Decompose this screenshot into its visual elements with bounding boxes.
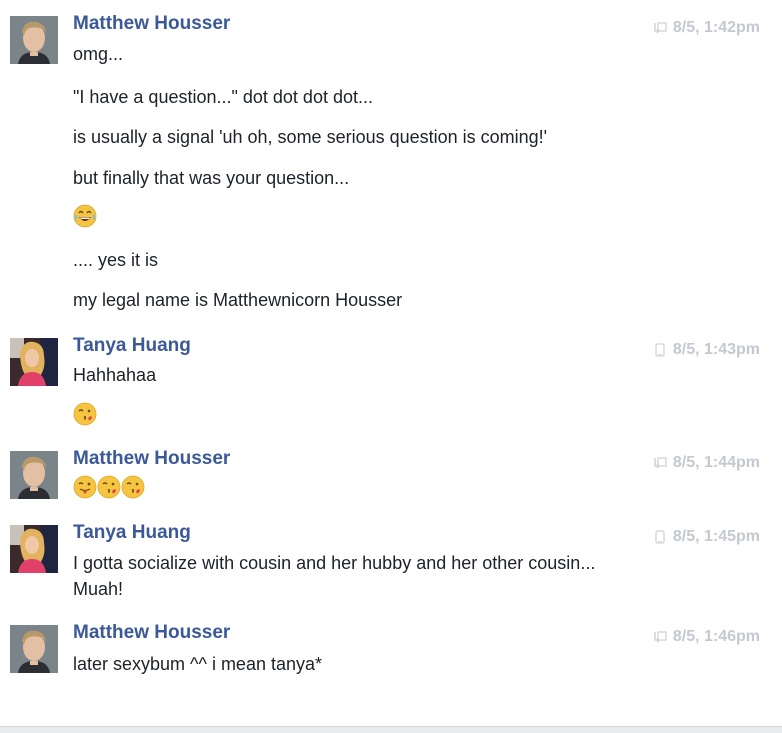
kiss-emoji-icon bbox=[97, 475, 121, 504]
laughing-emoji-icon bbox=[73, 204, 97, 233]
message-meta: 8/5, 1:45pm bbox=[653, 528, 760, 546]
message-author[interactable]: Matthew Housser bbox=[73, 13, 230, 35]
reply-icon bbox=[653, 21, 667, 35]
tongue-wink-emoji-icon bbox=[73, 475, 97, 504]
message-text: I gotta socialize with cousin and her hu… bbox=[73, 553, 596, 573]
message-group: Matthew Housser 8/5, 1:42pm omg... "I ha… bbox=[0, 0, 782, 320]
avatar-matthew-image bbox=[10, 451, 58, 499]
message-group: Matthew Housser 8/5, 1:46pm later sexybu… bbox=[0, 609, 782, 689]
avatar-tanya-image bbox=[10, 338, 58, 386]
message-author[interactable]: Tanya Huang bbox=[73, 522, 191, 544]
avatar-matthew[interactable] bbox=[10, 451, 58, 499]
kiss-emoji-icon bbox=[73, 402, 97, 431]
avatar-tanya-image bbox=[10, 525, 58, 573]
message-text: is usually a signal 'uh oh, some serious… bbox=[73, 127, 548, 147]
reply-icon bbox=[653, 630, 667, 644]
emoji-row bbox=[73, 475, 145, 504]
message-group: Tanya Huang 8/5, 1:43pm Hahhahaa bbox=[0, 322, 782, 432]
message-meta: 8/5, 1:46pm bbox=[653, 628, 760, 646]
avatar-matthew[interactable] bbox=[10, 625, 58, 673]
message-meta: 8/5, 1:44pm bbox=[653, 454, 760, 472]
seen-icon bbox=[653, 530, 667, 544]
message-text: my legal name is Matthewnicorn Housser bbox=[73, 290, 403, 310]
reply-icon bbox=[653, 456, 667, 470]
message-timestamp: 8/5, 1:45pm bbox=[672, 528, 760, 545]
message-author[interactable]: Tanya Huang bbox=[73, 335, 191, 357]
message-author[interactable]: Matthew Housser bbox=[73, 448, 230, 470]
message-timestamp: 8/5, 1:43pm bbox=[672, 341, 760, 358]
message-meta: 8/5, 1:43pm bbox=[653, 341, 760, 359]
avatar-tanya[interactable] bbox=[10, 338, 58, 386]
kiss-emoji-icon bbox=[121, 475, 145, 504]
message-text: Muah! bbox=[73, 579, 124, 599]
message-timestamp: 8/5, 1:42pm bbox=[672, 19, 760, 36]
message-timestamp: 8/5, 1:46pm bbox=[672, 628, 760, 645]
message-timestamp: 8/5, 1:44pm bbox=[672, 454, 760, 471]
avatar-matthew[interactable] bbox=[10, 16, 58, 64]
message-thread: Matthew Housser 8/5, 1:42pm omg... "I ha… bbox=[0, 0, 782, 733]
avatar-matthew-image bbox=[10, 625, 58, 673]
avatar-tanya[interactable] bbox=[10, 525, 58, 573]
avatar-matthew-image bbox=[10, 16, 58, 64]
message-author[interactable]: Matthew Housser bbox=[73, 622, 230, 644]
message-text: Hahhahaa bbox=[73, 365, 157, 385]
message-text: later sexybum ^^ i mean tanya* bbox=[73, 654, 323, 674]
message-text: "I have a question..." dot dot dot dot..… bbox=[73, 87, 373, 107]
message-meta: 8/5, 1:42pm bbox=[653, 19, 760, 37]
message-text: omg... bbox=[73, 44, 124, 64]
message-group: Tanya Huang 8/5, 1:45pm I gotta socializ… bbox=[0, 509, 782, 609]
message-text: but finally that was your question... bbox=[73, 168, 350, 188]
seen-icon bbox=[653, 343, 667, 357]
message-text: .... yes it is bbox=[73, 250, 159, 270]
message-group: Matthew Housser 8/5, 1:44pm bbox=[0, 435, 782, 507]
